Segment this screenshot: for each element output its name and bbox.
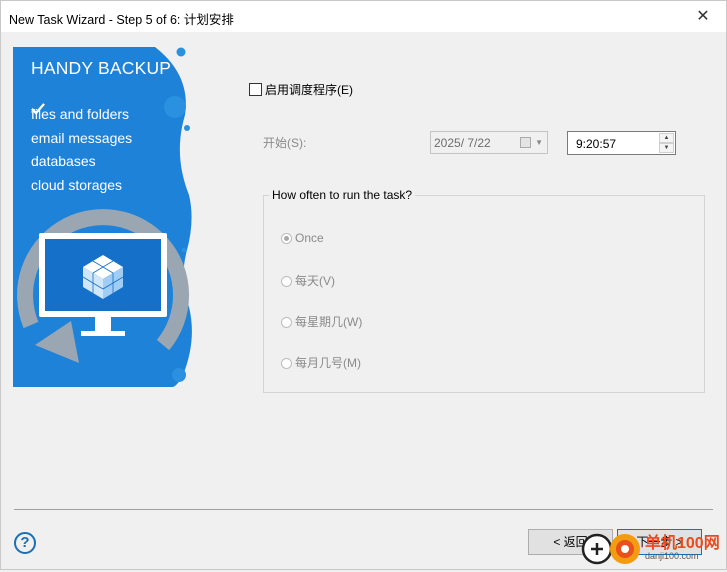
enable-scheduler-label: 启用调度程序(E) <box>265 83 353 97</box>
enable-scheduler-checkbox[interactable]: 启用调度程序(E) <box>249 81 353 98</box>
handy-backup-banner: HANDY BACKUP files and folders email mes… <box>13 45 193 389</box>
banner-artwork <box>13 47 192 387</box>
radio-button[interactable] <box>281 233 292 244</box>
start-date-picker[interactable]: 2025/ 7/22 ▼ <box>430 131 548 154</box>
radio-monthly[interactable]: 每月几号(M) <box>281 354 361 371</box>
close-icon[interactable]: ✕ <box>680 1 726 32</box>
radio-label: 每天(V) <box>295 274 335 288</box>
start-label: 开始(S): <box>263 136 307 150</box>
watermark-brand: 单机100网 <box>645 535 720 552</box>
spin-up-icon[interactable]: ▲ <box>659 133 674 143</box>
feature-label: files and folders <box>31 106 130 122</box>
watermark-overlay: 单机100网 danji100.com <box>581 525 721 569</box>
calendar-checkbox-icon[interactable] <box>520 137 531 148</box>
spin-down-icon[interactable]: ▼ <box>659 143 674 153</box>
radio-label: 每月几号(M) <box>295 356 361 370</box>
feature-label: email messages <box>31 129 133 146</box>
feature-item: cloud storages <box>31 103 132 198</box>
title-bar: New Task Wizard - Step 5 of 6: 计划安排 ✕ <box>1 1 726 32</box>
frequency-group-label: How often to run the task? <box>269 188 416 202</box>
feature-item: databases <box>31 103 132 174</box>
feature-label: cloud storages <box>31 176 123 193</box>
start-time-value: 9:20:57 <box>576 137 617 151</box>
feature-label: databases <box>31 153 96 169</box>
start-time-field[interactable]: 9:20:57 ▲ ▼ <box>567 131 676 155</box>
watermark-logo <box>581 533 640 565</box>
radio-button[interactable] <box>281 317 292 328</box>
wizard-window: New Task Wizard - Step 5 of 6: 计划安排 ✕ HA… <box>0 0 727 570</box>
radio-label: 每星期几(W) <box>295 315 363 329</box>
feature-item: email messages <box>31 103 133 151</box>
feature-list: files and folders email messages databas… <box>31 103 132 197</box>
help-icon[interactable]: ? <box>14 532 36 554</box>
check-icon <box>31 103 45 115</box>
watermark-url: danji100.com <box>645 551 699 561</box>
window-title: New Task Wizard - Step 5 of 6: 计划安排 <box>9 13 234 27</box>
banner-brand: HANDY BACKUP <box>31 58 172 78</box>
radio-daily[interactable]: 每天(V) <box>281 272 335 289</box>
radio-once[interactable]: Once <box>281 231 324 245</box>
radio-button[interactable] <box>281 358 292 369</box>
chevron-down-icon[interactable]: ▼ <box>535 134 543 152</box>
checkbox-box[interactable] <box>249 83 262 96</box>
footer-separator <box>14 509 713 510</box>
start-date-value: 2025/ 7/22 <box>434 136 491 150</box>
feature-item: files and folders <box>31 103 132 127</box>
radio-button[interactable] <box>281 276 292 287</box>
radio-weekly[interactable]: 每星期几(W) <box>281 313 362 330</box>
radio-label: Once <box>295 231 324 245</box>
